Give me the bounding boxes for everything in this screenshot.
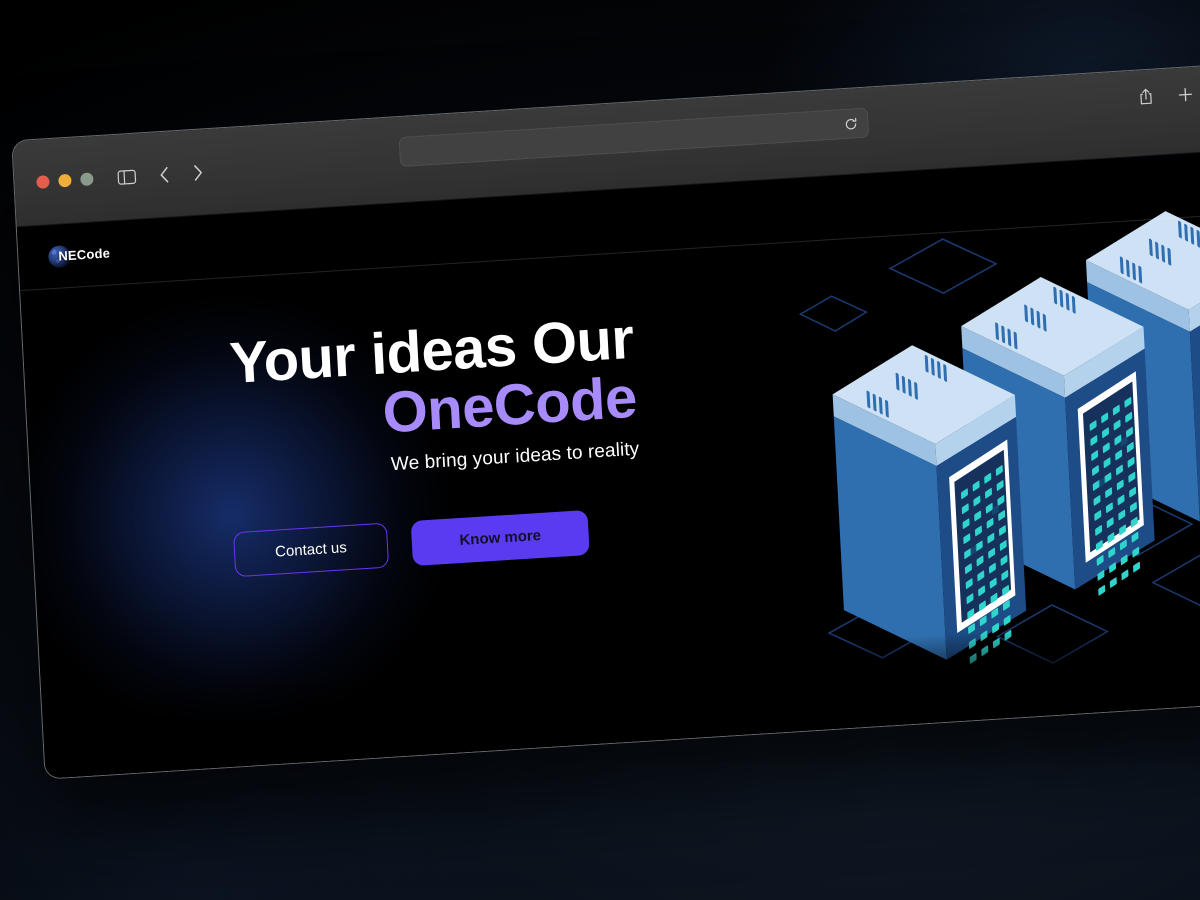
toolbar-actions	[1138, 83, 1200, 107]
hero-copy: Your ideas Our OneCode We bring your ide…	[20, 252, 664, 779]
brand-logo[interactable]: NECode	[47, 242, 111, 268]
reload-icon[interactable]	[844, 117, 858, 131]
sidebar-icon[interactable]	[117, 168, 137, 185]
window-controls	[36, 172, 94, 189]
chevron-left-icon[interactable]	[158, 165, 171, 184]
minimize-window-button[interactable]	[58, 173, 72, 188]
browser-window: NECode Home About Services Contact us Yo…	[11, 61, 1200, 780]
close-window-button[interactable]	[36, 175, 50, 189]
address-bar[interactable]	[398, 107, 870, 168]
zoom-window-button[interactable]	[80, 172, 94, 187]
hero-cta-row: Contact us Know more	[173, 506, 654, 581]
share-icon[interactable]	[1138, 88, 1154, 107]
page-title: Your ideas Our OneCode	[163, 306, 638, 457]
hero-know-more-button[interactable]: Know more	[410, 510, 591, 567]
plus-icon[interactable]	[1177, 86, 1194, 103]
chevron-right-icon[interactable]	[192, 163, 205, 182]
address-input[interactable]	[410, 124, 844, 151]
browser-window-wrapper: NECode Home About Services Contact us Yo…	[11, 61, 1200, 780]
brand-mark: NE	[57, 247, 78, 264]
hero-contact-us-button[interactable]: Contact us	[233, 522, 389, 578]
brand-suffix: Code	[76, 245, 111, 263]
hero-section: Your ideas Our OneCode We bring your ide…	[20, 211, 1200, 780]
desk-backdrop: NECode Home About Services Contact us Yo…	[0, 0, 1200, 900]
website-viewport: NECode Home About Services Contact us Yo…	[16, 148, 1200, 780]
brand-name: NECode	[58, 245, 110, 263]
isometric-server-racks-illustration	[765, 186, 1200, 718]
